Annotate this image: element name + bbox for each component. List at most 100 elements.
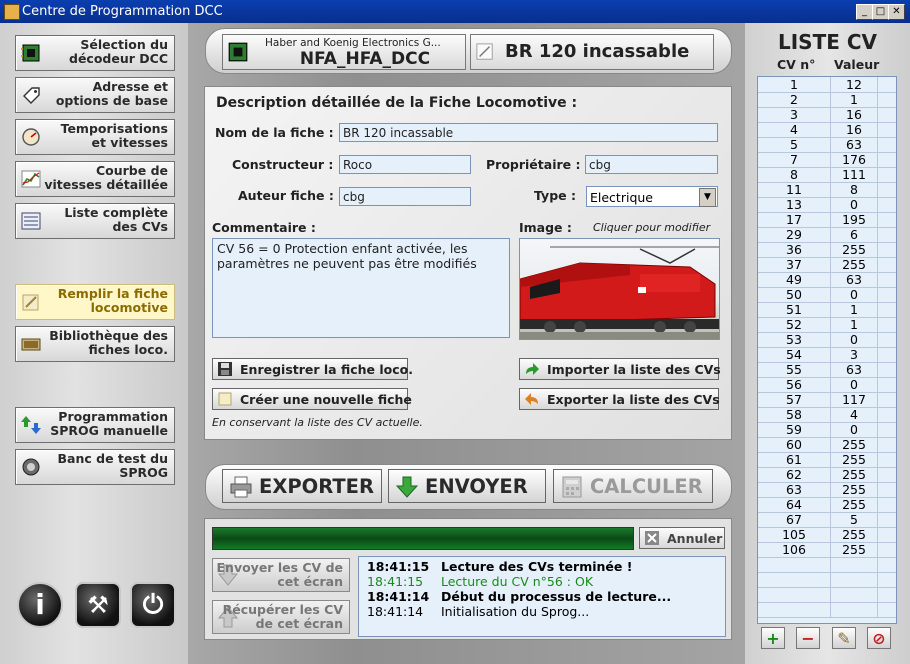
table-row[interactable]: 62 255	[758, 467, 896, 483]
new-sheet-button[interactable]: Créer une nouvelle fiche	[212, 388, 412, 410]
save-sheet-button[interactable]: Enregistrer la fiche loco.	[212, 358, 413, 380]
table-row[interactable]	[758, 602, 896, 618]
table-row[interactable]: 17 195	[758, 212, 896, 228]
table-row[interactable]: 13 0	[758, 197, 896, 213]
compute-button[interactable]: CALCULER	[553, 469, 713, 503]
cv-number-cell: 2	[758, 92, 831, 107]
cv-value-cell: 176	[831, 152, 878, 167]
send-screen-cv-label: Envoyer les CV de cet écran	[216, 560, 344, 589]
minimize-button[interactable]: _	[856, 4, 873, 20]
table-row[interactable]: 63 255	[758, 482, 896, 498]
owner-field[interactable]: cbg	[585, 155, 718, 174]
info-icon[interactable]: i	[17, 582, 63, 628]
builder-label: Constructeur :	[232, 157, 334, 172]
delete-cv-button[interactable]: ⊘	[867, 627, 891, 649]
save-sheet-label: Enregistrer la fiche loco.	[240, 362, 413, 377]
table-row[interactable]: 67 5	[758, 512, 896, 528]
cv-number-cell: 7	[758, 152, 831, 167]
builder-field[interactable]: Roco	[339, 155, 471, 174]
table-row[interactable]: 29 6	[758, 227, 896, 243]
cv-number-cell	[758, 557, 831, 572]
arrow-down-icon	[396, 476, 418, 498]
tools-icon[interactable]: ⚒	[75, 582, 121, 628]
nav-decoder-selection[interactable]: Sélection du décodeur DCC	[15, 35, 175, 71]
table-row[interactable]: 60 255	[758, 437, 896, 453]
table-row[interactable]: 58 4	[758, 407, 896, 423]
table-row[interactable]	[758, 557, 896, 573]
curve-chart-icon	[21, 170, 41, 188]
send-button[interactable]: ENVOYER	[388, 469, 546, 503]
export-button[interactable]: EXPORTER	[222, 469, 382, 503]
export-cv-button[interactable]: Exporter la liste des CVs	[519, 388, 720, 410]
cv-value-cell: 12	[831, 77, 878, 92]
close-button[interactable]: ✕	[888, 4, 905, 20]
table-row[interactable]: 49 63	[758, 272, 896, 288]
table-row[interactable]: 37 255	[758, 257, 896, 273]
table-row[interactable]: 55 63	[758, 362, 896, 378]
table-row[interactable]: 4 16	[758, 122, 896, 138]
cv-table[interactable]: 1 12 2 1 3 16 4 16 5 63 7 176 8 111 11 8 13 0 17 195 29 6 36 25…	[757, 76, 897, 624]
table-row[interactable]: 11 8	[758, 182, 896, 198]
import-cv-label: Importer la liste des CVs	[547, 362, 721, 377]
fetch-screen-cv-button[interactable]: Récupérer les CV de cet écran	[212, 600, 350, 634]
table-row[interactable]: 53 0	[758, 332, 896, 348]
table-row[interactable]: 105 255	[758, 527, 896, 543]
loco-title: BR 120 incassable	[505, 41, 690, 62]
compute-label: CALCULER	[590, 475, 703, 498]
loco-image[interactable]	[519, 238, 720, 340]
table-row[interactable]	[758, 572, 896, 588]
nav-fill-loco-sheet[interactable]: Remplir la fiche locomotive	[15, 284, 175, 320]
table-row[interactable]: 36 255	[758, 242, 896, 258]
maximize-button[interactable]: □	[872, 4, 889, 20]
table-row[interactable]: 52 1	[758, 317, 896, 333]
table-row[interactable]: 106 255	[758, 542, 896, 558]
type-select[interactable]: Electrique ▼	[586, 186, 718, 207]
nav-sprog-testbench[interactable]: Banc de test du SPROG	[15, 449, 175, 485]
send-screen-cv-button[interactable]: Envoyer les CV de cet écran	[212, 558, 350, 592]
table-row[interactable]: 21	[758, 92, 896, 108]
nav-sprog-manual[interactable]: Programmation SPROG manuelle	[15, 407, 175, 443]
cv-value-cell: 0	[831, 422, 878, 437]
nav-label: Banc de test du SPROG	[57, 451, 168, 480]
nav-speed-curve[interactable]: Courbe de vitesses détaillée	[15, 161, 175, 197]
edit-cv-button[interactable]: ✎	[832, 627, 856, 649]
cv-number-cell: 37	[758, 257, 831, 272]
table-row[interactable]: 56 0	[758, 377, 896, 393]
nav-label: Remplir la fiche locomotive	[57, 286, 168, 315]
table-row[interactable]: 8 111	[758, 167, 896, 183]
table-row[interactable]: 59 0	[758, 422, 896, 438]
comment-field[interactable]: CV 56 = 0 Protection enfant activée, les…	[212, 238, 510, 338]
chevron-down-icon[interactable]: ▼	[699, 188, 716, 207]
author-field[interactable]: cbg	[339, 187, 471, 206]
table-row[interactable]: 5 63	[758, 137, 896, 153]
cv-value-cell: 0	[831, 197, 878, 212]
keep-cv-note: En conservant la liste des CV actuelle.	[212, 416, 423, 429]
table-row[interactable]: 64 255	[758, 497, 896, 513]
name-field[interactable]: BR 120 incassable	[339, 123, 718, 142]
table-row[interactable]: 61 255	[758, 452, 896, 468]
table-row[interactable]: 1 12	[758, 77, 896, 93]
cv-number-cell: 4	[758, 122, 831, 137]
table-row[interactable]: 3 16	[758, 107, 896, 123]
import-cv-button[interactable]: Importer la liste des CVs	[519, 358, 721, 380]
nav-loco-library[interactable]: Bibliothèque des fiches loco.	[15, 326, 175, 362]
name-label: Nom de la fiche :	[215, 125, 334, 140]
table-row[interactable]: 54 3	[758, 347, 896, 363]
cancel-button[interactable]: Annuler	[639, 527, 725, 549]
table-row[interactable]: 57 117	[758, 392, 896, 408]
table-row[interactable]	[758, 587, 896, 603]
nav-timing-speeds[interactable]: Temporisations et vitesses	[15, 119, 175, 155]
floppy-icon	[218, 362, 232, 376]
table-row[interactable]: 7 176	[758, 152, 896, 168]
nav-full-cv-list[interactable]: Liste complète des CVs	[15, 203, 175, 239]
table-row[interactable]: 51 1	[758, 302, 896, 318]
remove-cv-button[interactable]: −	[796, 627, 820, 649]
power-icon[interactable]: ⏻	[130, 582, 176, 628]
title-bar[interactable]: Centre de Programmation DCC _ □ ✕	[0, 0, 910, 23]
nav-address-options[interactable]: Adresse et options de base	[15, 77, 175, 113]
log-line: 18:41:15 Lecture du CV n°56 : OK	[367, 574, 594, 589]
table-row[interactable]: 50 0	[758, 287, 896, 303]
cv-value-cell	[831, 572, 878, 587]
cancel-label: Annuler	[667, 531, 723, 546]
add-cv-button[interactable]: +	[761, 627, 785, 649]
